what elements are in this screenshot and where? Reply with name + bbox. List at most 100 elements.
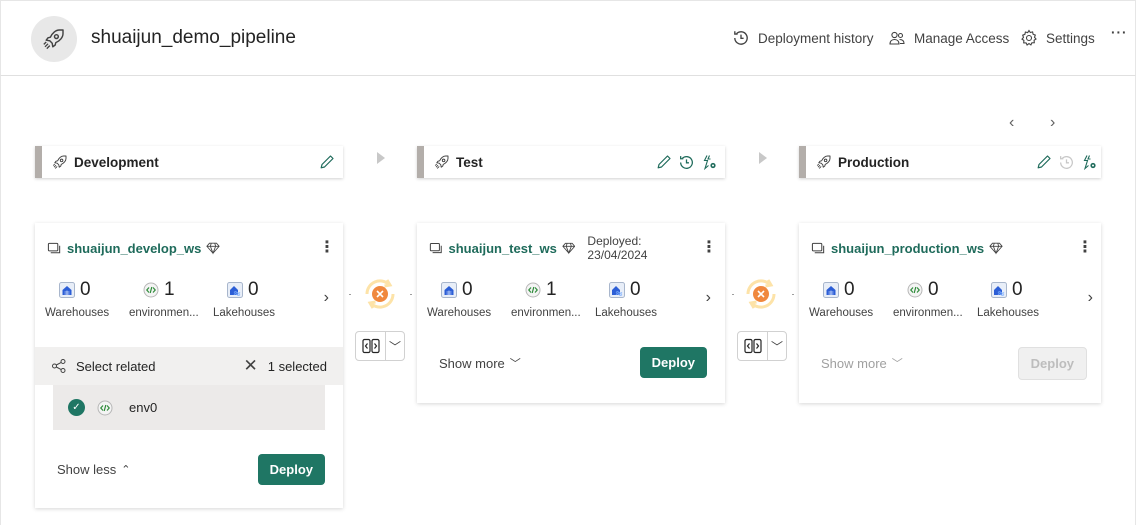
premium-diamond-icon (562, 241, 576, 255)
history-icon (732, 29, 750, 47)
compare-icon (362, 338, 380, 354)
compare-button[interactable] (356, 332, 386, 360)
lakehouse-icon (227, 282, 243, 298)
chevron-down-icon: ﹀ (388, 339, 401, 354)
workspace-link[interactable]: shuaijun_test_ws (449, 241, 557, 256)
workspace-link[interactable]: shuaijun_develop_ws (67, 241, 201, 256)
stat-value: 1 (164, 279, 175, 300)
checkmark-circle-icon[interactable]: ✓ (68, 399, 85, 416)
warehouse-icon (59, 282, 75, 298)
warehouse-icon (441, 282, 457, 298)
compare-icon (744, 338, 762, 354)
compare-control: ﹀ (737, 331, 787, 361)
stage-card-development: shuaijun_develop_ws ⋮ 0 Warehouses 1 env… (35, 223, 343, 508)
share-nodes-icon (52, 359, 66, 373)
compare-control: ﹀ (355, 331, 405, 361)
stat-value: 1 (546, 279, 557, 300)
deployment-history-button[interactable]: Deployment history (732, 29, 874, 47)
toggle-label: Show more (439, 355, 505, 371)
stage-card-test: shuaijun_test_ws Deployed: 23/04/2024 ⋮ … (417, 223, 725, 403)
deployed-date: Deployed: 23/04/2024 (587, 234, 648, 262)
clear-selection-close-icon[interactable]: ✕ (243, 356, 257, 376)
edit-stage-pencil-icon[interactable] (1036, 154, 1052, 170)
rocket-icon (52, 154, 68, 170)
selected-item[interactable]: ✓ env0 (53, 385, 325, 430)
edit-stage-pencil-icon[interactable] (656, 154, 672, 170)
select-related-button[interactable]: Select related (51, 358, 156, 374)
stat-value: 0 (844, 279, 855, 300)
stage-name: Development (74, 154, 159, 170)
deployment-history-label: Deployment history (758, 30, 874, 46)
stat-value: 0 (462, 279, 473, 300)
people-icon (888, 29, 906, 47)
deploy-button[interactable]: Deploy (257, 453, 325, 485)
select-related-bar: Select related ✕ 1 selected (35, 347, 343, 385)
settings-button[interactable]: Settings (1020, 29, 1095, 47)
pipeline-logo (31, 16, 77, 62)
stat-lakehouses: 0 Lakehouses (977, 279, 1075, 347)
card-more-options-button[interactable]: ⋮ (319, 240, 335, 256)
sync-error-icon[interactable] (358, 272, 402, 316)
connector-dash (349, 294, 351, 295)
stat-value: 0 (248, 279, 259, 300)
stage-header-test: Test (417, 146, 725, 178)
connector-dash (410, 294, 412, 295)
page-title: shuaijun_demo_pipeline (91, 27, 296, 48)
pipeline-canvas: ‹ › Development Test Production shuaijun… (0, 76, 1136, 525)
settings-label: Settings (1046, 30, 1095, 46)
compare-dropdown-button[interactable]: ﹀ (386, 332, 404, 360)
rocket-icon (42, 27, 66, 51)
toggle-label: Show more (821, 355, 887, 371)
compare-button[interactable] (738, 332, 768, 360)
lakehouse-icon (991, 282, 1007, 298)
deploy-button: Deploy (1017, 347, 1087, 380)
stage-name: Production (838, 154, 910, 170)
workspace-icon (47, 241, 62, 256)
deployment-rules-icon[interactable] (701, 154, 717, 170)
chevron-right-icon[interactable]: › (706, 289, 711, 307)
premium-diamond-icon (206, 241, 220, 255)
stat-lakehouses: 0 Lakehouses (595, 279, 693, 347)
stat-value: 0 (630, 279, 641, 300)
environment-icon (143, 282, 159, 298)
stage-card-production: shuaijun_production_ws ⋮ 0 Warehouses 0 … (799, 223, 1101, 403)
more-options-button[interactable]: ··· (1111, 25, 1128, 40)
stage-history-icon (1058, 154, 1075, 171)
connector-dash (792, 294, 794, 295)
toggle-label: Show less (57, 461, 117, 477)
selected-count: 1 selected (267, 358, 327, 374)
stat-label: Lakehouses (213, 307, 276, 319)
stat-lakehouses: 0 Lakehouses (213, 279, 311, 347)
chevron-up-icon: ⌃ (121, 463, 131, 476)
environment-icon (97, 400, 113, 416)
select-related-label: Select related (76, 358, 156, 374)
premium-diamond-icon (989, 241, 1003, 255)
chevron-down-icon: ﹀ (891, 358, 903, 370)
card-more-options-button[interactable]: ⋮ (701, 240, 717, 256)
manage-access-button[interactable]: Manage Access (888, 29, 1009, 47)
next-stage-button[interactable]: › (1050, 114, 1055, 132)
edit-stage-pencil-icon[interactable] (319, 154, 335, 170)
show-more-button[interactable]: Show more ﹀ (821, 355, 903, 371)
stage-arrow-icon (377, 152, 385, 164)
manage-access-label: Manage Access (914, 30, 1010, 46)
deploy-button[interactable]: Deploy (639, 347, 707, 378)
lakehouse-icon (609, 282, 625, 298)
chevron-right-icon[interactable]: › (1088, 289, 1093, 307)
stage-header-development: Development (35, 146, 343, 178)
deployment-rules-icon[interactable] (1081, 154, 1097, 170)
card-more-options-button[interactable]: ⋮ (1077, 240, 1093, 256)
gear-icon (1020, 29, 1038, 47)
compare-dropdown-button[interactable]: ﹀ (768, 332, 786, 360)
show-less-button[interactable]: Show less ⌃ (57, 462, 130, 477)
previous-stage-button[interactable]: ‹ (1009, 114, 1014, 132)
stage-history-icon[interactable] (678, 154, 695, 171)
chevron-right-icon[interactable]: › (324, 289, 329, 307)
sync-error-icon[interactable] (739, 272, 783, 316)
workspace-link[interactable]: shuaijun_production_ws (831, 241, 984, 256)
stat-label: Lakehouses (595, 307, 658, 319)
show-more-button[interactable]: Show more ﹀ (439, 355, 521, 371)
workspace-icon (429, 241, 444, 256)
connector-dash (732, 294, 734, 295)
stat-label: Lakehouses (977, 307, 1040, 319)
